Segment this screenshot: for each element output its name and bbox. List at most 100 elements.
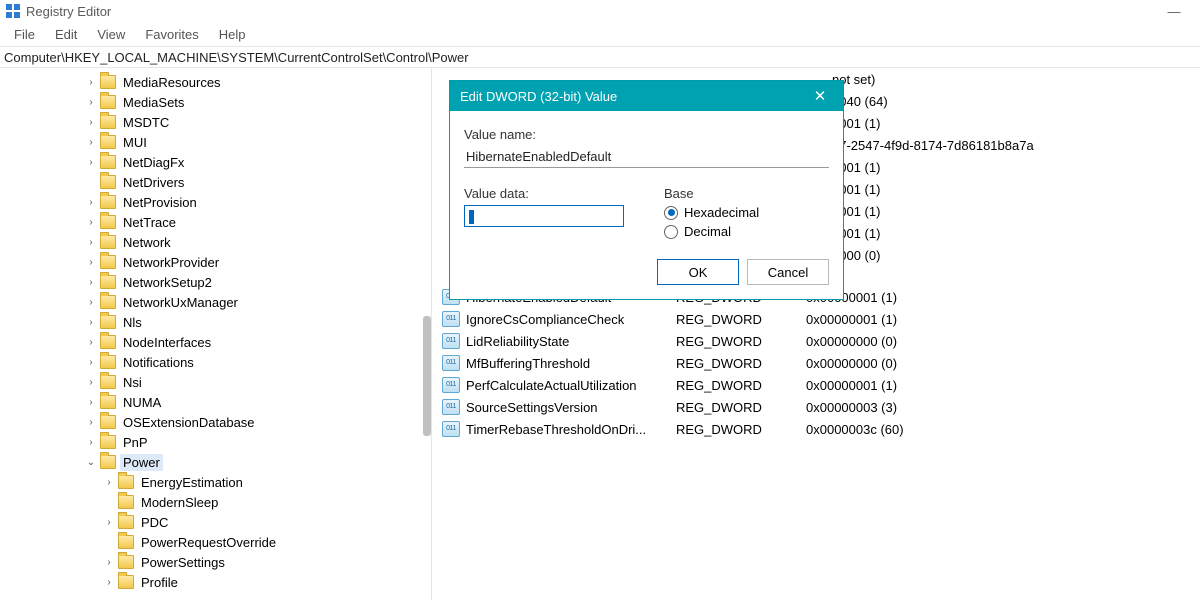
menu-file[interactable]: File — [4, 24, 45, 45]
chevron-right-icon[interactable]: › — [84, 257, 98, 268]
value-data: 0x00000003 (3) — [806, 400, 1200, 415]
chevron-right-icon[interactable]: › — [84, 357, 98, 368]
tree-item[interactable]: ›Nls — [84, 312, 431, 332]
tree-item[interactable]: ·ModernSleep — [84, 492, 431, 512]
value-row[interactable]: TimerRebaseThresholdOnDri...REG_DWORD0x0… — [432, 418, 1200, 440]
value-row[interactable]: MfBufferingThresholdREG_DWORD0x00000000 … — [432, 352, 1200, 374]
tree-item[interactable]: ›Profile — [84, 572, 431, 592]
tree-pane[interactable]: ›MediaResources›MediaSets›MSDTC›MUI›NetD… — [0, 68, 432, 600]
chevron-right-icon[interactable]: › — [84, 337, 98, 348]
menu-help[interactable]: Help — [209, 24, 256, 45]
radio-dec[interactable]: Decimal — [664, 224, 829, 239]
folder-icon — [100, 315, 116, 329]
minimize-button[interactable]: — — [1154, 4, 1194, 19]
tree-item[interactable]: ·PowerRequestOverride — [84, 532, 431, 552]
value-row[interactable]: LidReliabilityStateREG_DWORD0x00000000 (… — [432, 330, 1200, 352]
tree-item[interactable]: ›PnP — [84, 432, 431, 452]
chevron-right-icon[interactable]: › — [84, 277, 98, 288]
dword-icon — [442, 399, 460, 415]
value-type: REG_DWORD — [676, 356, 806, 371]
chevron-right-icon[interactable]: › — [84, 417, 98, 428]
tree-item[interactable]: ›OSExtensionDatabase — [84, 412, 431, 432]
chevron-right-icon[interactable]: › — [84, 377, 98, 388]
value-data-field[interactable] — [464, 205, 624, 227]
tree-item[interactable]: ·NetDrivers — [84, 172, 431, 192]
radio-hex[interactable]: Hexadecimal — [664, 205, 829, 220]
chevron-right-icon[interactable]: › — [84, 297, 98, 308]
tree-item-label: PowerSettings — [138, 554, 228, 571]
folder-icon — [100, 415, 116, 429]
chevron-right-icon[interactable]: › — [102, 577, 116, 588]
tree-item-label: Notifications — [120, 354, 197, 371]
close-icon[interactable]: ✕ — [807, 87, 833, 105]
folder-icon — [100, 395, 116, 409]
value-row[interactable]: PerfCalculateActualUtilizationREG_DWORD0… — [432, 374, 1200, 396]
tree-item[interactable]: ›NetworkSetup2 — [84, 272, 431, 292]
value-name: SourceSettingsVersion — [466, 400, 676, 415]
value-row[interactable]: SourceSettingsVersionREG_DWORD0x00000003… — [432, 396, 1200, 418]
chevron-right-icon[interactable]: › — [84, 137, 98, 148]
tree-item-label: NodeInterfaces — [120, 334, 214, 351]
tree-item-label: PowerRequestOverride — [138, 534, 279, 551]
value-name-field[interactable] — [464, 146, 829, 168]
chevron-right-icon[interactable]: › — [102, 557, 116, 568]
chevron-right-icon[interactable]: › — [84, 97, 98, 108]
tree-item[interactable]: ⌄ Power — [84, 452, 431, 472]
chevron-right-icon[interactable]: › — [84, 317, 98, 328]
tree-item[interactable]: ›NetworkProvider — [84, 252, 431, 272]
chevron-right-icon[interactable]: › — [84, 397, 98, 408]
folder-icon — [100, 155, 116, 169]
tree-item[interactable]: ›NetTrace — [84, 212, 431, 232]
chevron-right-icon[interactable]: › — [84, 197, 98, 208]
tree-item[interactable]: › Notifications — [84, 352, 431, 372]
menu-edit[interactable]: Edit — [45, 24, 87, 45]
chevron-right-icon[interactable]: › — [102, 517, 116, 528]
folder-icon — [118, 515, 134, 529]
tree-item[interactable]: ›NUMA — [84, 392, 431, 412]
value-row[interactable]: IgnoreCsComplianceCheckREG_DWORD0x000000… — [432, 308, 1200, 330]
chevron-right-icon[interactable]: › — [102, 477, 116, 488]
tree-item[interactable]: ›MediaResources — [84, 72, 431, 92]
tree-item-label: NetworkUxManager — [120, 294, 241, 311]
tree-item[interactable]: ›EnergyEstimation — [84, 472, 431, 492]
tree-item[interactable]: ›NetProvision — [84, 192, 431, 212]
dialog-titlebar[interactable]: Edit DWORD (32-bit) Value ✕ — [450, 81, 843, 111]
tree-item[interactable]: ›Network — [84, 232, 431, 252]
address-bar[interactable]: Computer\HKEY_LOCAL_MACHINE\SYSTEM\Curre… — [0, 46, 1200, 68]
tree-item[interactable]: ›MUI — [84, 132, 431, 152]
tree-scrollbar[interactable] — [423, 316, 431, 436]
chevron-right-icon[interactable]: › — [84, 437, 98, 448]
value-data: 0x00000001 (1) — [806, 378, 1200, 393]
chevron-right-icon[interactable]: › — [84, 237, 98, 248]
value-data: 0x00000001 (1) — [806, 290, 1200, 305]
value-name-label: Value name: — [464, 127, 829, 142]
tree-item[interactable]: › NodeInterfaces — [84, 332, 431, 352]
tree-item-label: Power — [120, 454, 163, 471]
tree-item[interactable]: ›Nsi — [84, 372, 431, 392]
ok-button[interactable]: OK — [657, 259, 739, 285]
cancel-button[interactable]: Cancel — [747, 259, 829, 285]
menu-view[interactable]: View — [87, 24, 135, 45]
value-name: MfBufferingThreshold — [466, 356, 676, 371]
chevron-right-icon[interactable]: › — [84, 117, 98, 128]
tree-item[interactable]: › PowerSettings — [84, 552, 431, 572]
tree-item[interactable]: ›NetDiagFx — [84, 152, 431, 172]
menu-favorites[interactable]: Favorites — [135, 24, 208, 45]
tree-item[interactable]: ›PDC — [84, 512, 431, 532]
folder-icon — [100, 375, 116, 389]
tree-item[interactable]: › NetworkUxManager — [84, 292, 431, 312]
chevron-down-icon[interactable]: ⌄ — [84, 457, 98, 468]
dword-icon — [442, 377, 460, 393]
value-data: 0x00000000 (0) — [806, 334, 1200, 349]
folder-icon — [100, 335, 116, 349]
chevron-right-icon[interactable]: › — [84, 217, 98, 228]
chevron-right-icon[interactable]: › — [84, 77, 98, 88]
dword-icon — [442, 355, 460, 371]
tree-item[interactable]: ›MSDTC — [84, 112, 431, 132]
value-data: 0x00000000 (0) — [806, 356, 1200, 371]
chevron-right-icon[interactable]: › — [84, 157, 98, 168]
tree-item[interactable]: ›MediaSets — [84, 92, 431, 112]
folder-icon — [100, 275, 116, 289]
radio-hex-icon — [664, 206, 678, 220]
folder-icon — [118, 575, 134, 589]
